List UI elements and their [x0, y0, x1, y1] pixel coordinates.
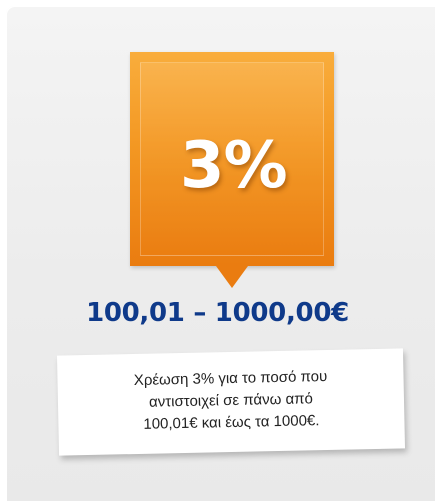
percentage-badge: 3% — [130, 52, 334, 288]
badge-pointer — [216, 266, 248, 288]
fee-percentage: 3% — [180, 129, 288, 203]
description-text: Χρέωση 3% για το ποσό που αντιστοιχεί σε… — [77, 365, 384, 437]
amount-range: 100,01 – 1000,00€ — [86, 298, 349, 328]
description-note: Χρέωση 3% για το ποσό που αντιστοιχεί σε… — [56, 348, 406, 456]
